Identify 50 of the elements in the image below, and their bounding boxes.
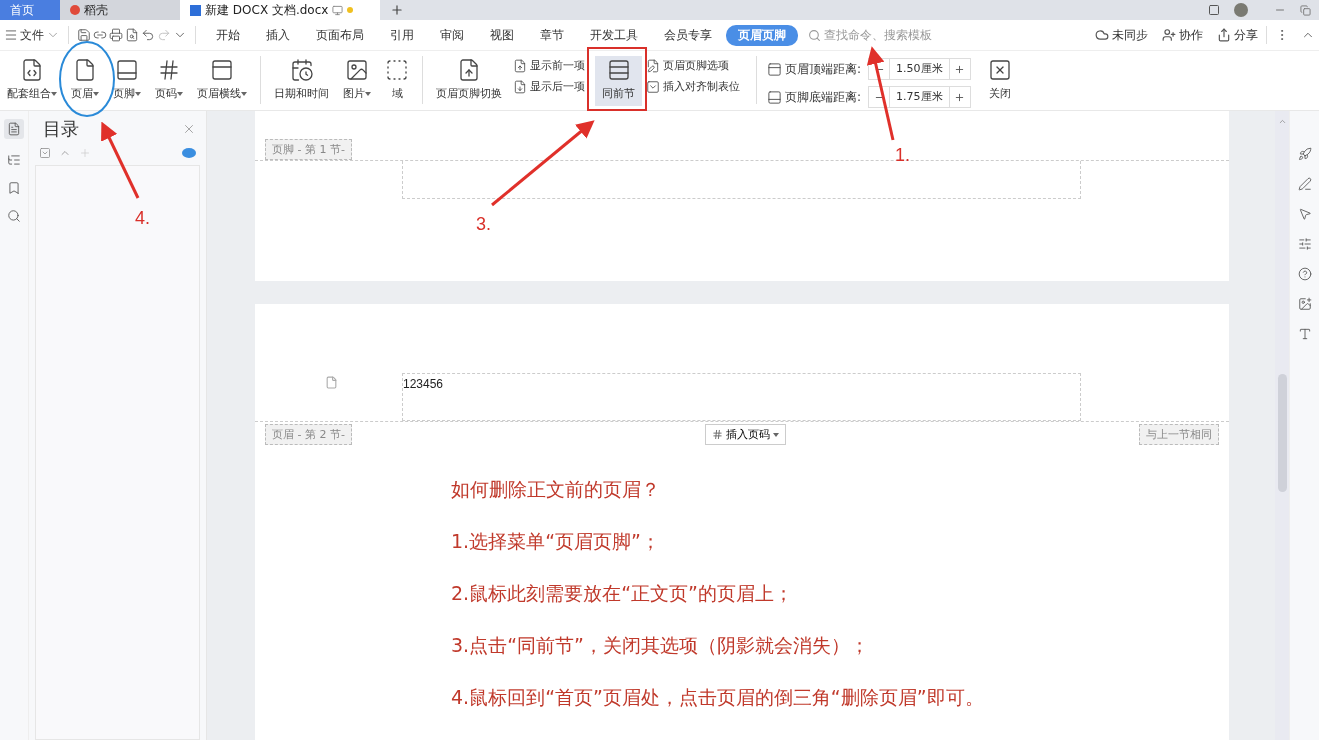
distance-spin-field[interactable]: 1.50厘米 <box>868 58 971 80</box>
ribbon-button[interactable]: 页眉 <box>64 56 106 106</box>
menu-tab[interactable]: 视图 <box>478 24 526 46</box>
instruction-line: 4.鼠标回到“首页”页眉处，点击页眉的倒三角“删除页眉”即可。 <box>451 685 985 710</box>
ribbon-button[interactable]: 页眉横线 <box>190 56 254 106</box>
distance-spin-field[interactable]: 1.75厘米 <box>868 86 971 108</box>
toolbar-action[interactable]: 协作 <box>1162 26 1203 44</box>
menu-tab[interactable]: 开发工具 <box>578 24 650 46</box>
menu-tab[interactable]: 引用 <box>378 24 426 46</box>
header-text: 123456 <box>403 377 444 391</box>
ribbon-button[interactable]: 页脚 <box>106 56 148 106</box>
instruction-line: 1.选择菜单“页眉页脚”； <box>451 529 661 554</box>
file-menu[interactable]: 文件 <box>20 26 44 44</box>
insert-page-number-button[interactable]: 插入页码 <box>704 424 786 445</box>
title-tab[interactable]: 稻壳 <box>60 0 180 20</box>
ribbon-small-button[interactable]: 插入对齐制表位 <box>646 79 740 94</box>
toolbar-action[interactable]: 分享 <box>1217 26 1258 44</box>
title-tab[interactable]: 新建 DOCX 文档.docx <box>180 0 380 20</box>
annotation-number: 1. <box>895 145 910 166</box>
ribbon-small-button[interactable]: 页眉页脚选项 <box>646 58 740 73</box>
menu-tab[interactable]: 会员专享 <box>652 24 724 46</box>
menu-tab[interactable]: 审阅 <box>428 24 476 46</box>
menu-tab[interactable]: 插入 <box>254 24 302 46</box>
menu-tab[interactable]: 开始 <box>204 24 252 46</box>
annotation-number: 3. <box>476 214 491 235</box>
instruction-line: 3.点击“同前节”，关闭其选项（阴影就会消失）； <box>451 633 870 658</box>
ribbon-button[interactable]: 同前节 <box>595 56 642 106</box>
toolbar-action[interactable]: 未同步 <box>1095 26 1148 44</box>
ribbon-small-button[interactable]: 显示后一项 <box>513 79 585 94</box>
section-label: 页眉 - 第 2 节- <box>265 424 352 445</box>
annotation-number: 4. <box>135 208 150 229</box>
ribbon-button[interactable]: 配套组合 <box>0 56 64 106</box>
same-as-previous-label: 与上一节相同 <box>1139 424 1219 445</box>
ribbon-button[interactable]: 日期和时间 <box>267 56 336 106</box>
distance-label: 页眉顶端距离: <box>785 60 862 78</box>
ribbon-button[interactable]: 域 <box>378 56 416 106</box>
ribbon-button[interactable]: 页眉页脚切换 <box>429 56 509 106</box>
ribbon-small-button[interactable]: 显示前一项 <box>513 58 585 73</box>
header-area[interactable]: 123456 <box>402 373 1081 421</box>
ribbon-button[interactable]: 关闭 <box>980 56 1019 106</box>
distance-label: 页脚底端距离: <box>785 88 862 106</box>
instruction-line: 2.鼠标此刻需要放在“正文页”的页眉上； <box>451 581 794 606</box>
panel-title: 目录 <box>43 117 79 141</box>
ribbon-button[interactable]: 页码 <box>148 56 190 106</box>
title-tab[interactable]: 首页 <box>0 0 60 20</box>
ribbon-button[interactable]: 图片 <box>336 56 378 106</box>
instruction-line: 如何删除正文前的页眉？ <box>451 477 661 502</box>
section-label: 页脚 - 第 1 节- <box>265 139 352 160</box>
menu-tab[interactable]: 章节 <box>528 24 576 46</box>
menu-tab[interactable]: 页面布局 <box>304 24 376 46</box>
